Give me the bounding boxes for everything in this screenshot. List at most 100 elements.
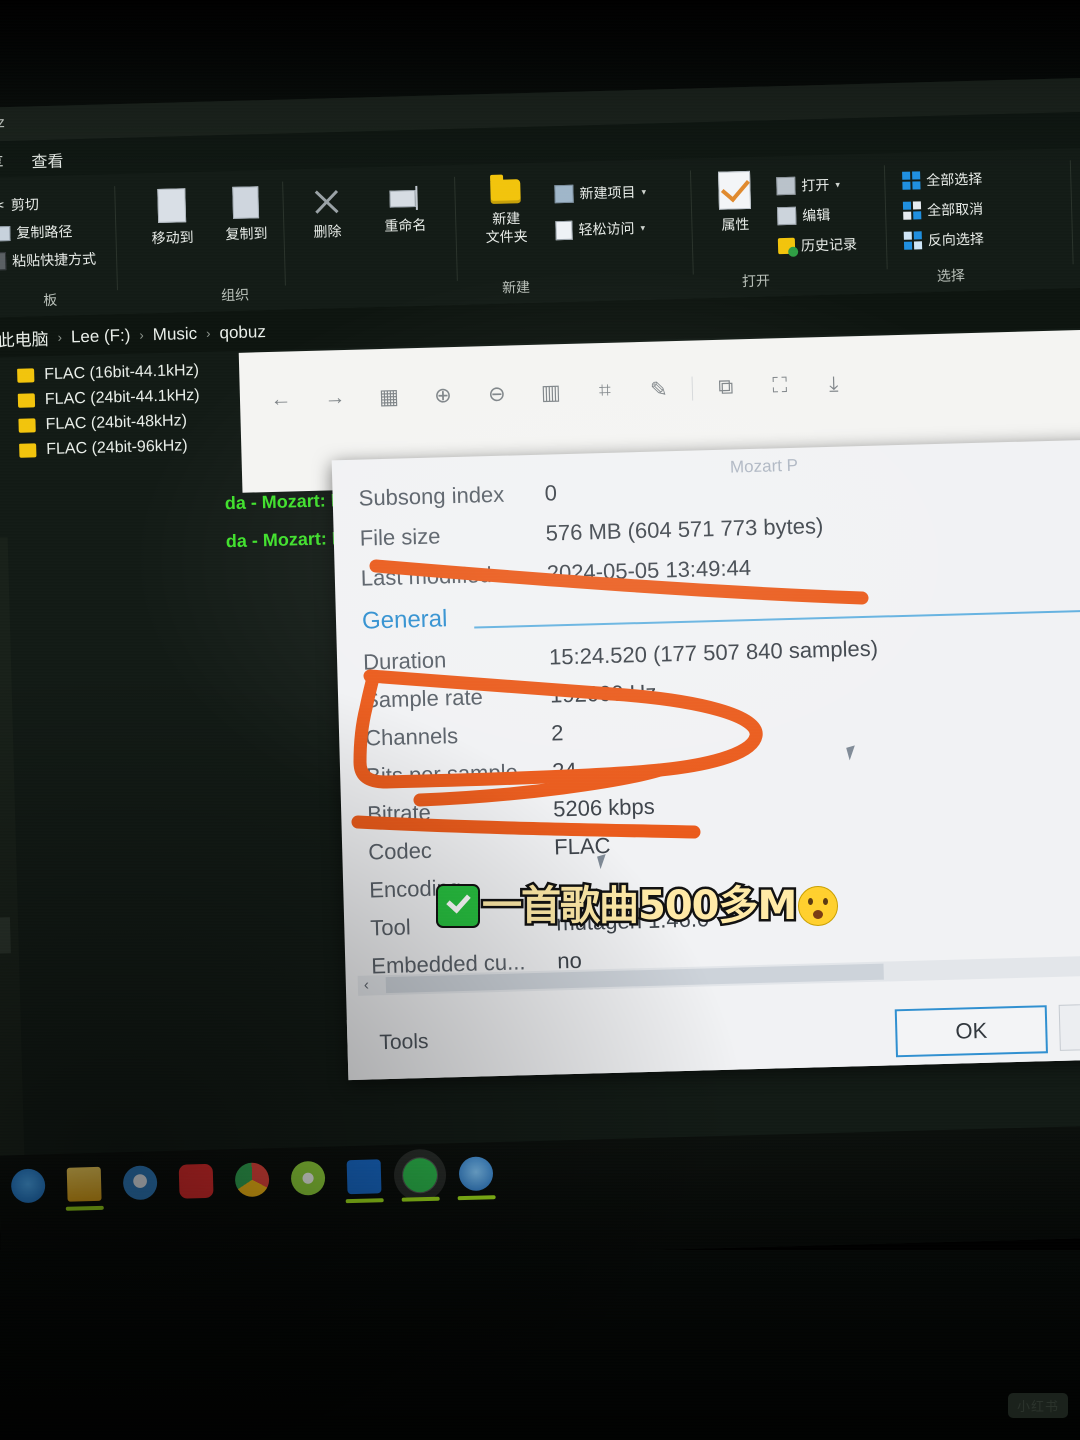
ribbon-button-new-item[interactable]: 新建项目 ▾ xyxy=(554,182,646,204)
breadcrumb-item-drive[interactable]: Lee (F:) xyxy=(71,325,131,347)
menu-item-view[interactable]: 查看 xyxy=(31,147,64,172)
taskbar-item-netease-music[interactable] xyxy=(178,1163,214,1199)
ribbon-button-move-to-label: 移动到 xyxy=(151,229,194,247)
ribbon-button-open-label: 打开 xyxy=(801,176,830,194)
transform-icon[interactable]: ⛶ xyxy=(752,363,807,408)
rename-icon xyxy=(387,186,422,211)
select-all-icon xyxy=(902,171,921,190)
fit-width-icon[interactable]: ▥ xyxy=(523,370,578,415)
viewer-toolbar: ← → ▦ ⊕ ⊖ ▥ ⌗ ✎ ⧉ ⛶ ⤓ xyxy=(253,362,861,422)
property-key: Last modified xyxy=(360,562,493,591)
ribbon-button-invert-selection[interactable]: 反向选择 xyxy=(903,229,985,251)
delete-icon xyxy=(311,186,342,217)
caption-overlay: 一首歌曲500多M xyxy=(436,883,839,929)
ribbon-divider-4 xyxy=(689,170,694,275)
taskbar-item-clock-app[interactable] xyxy=(122,1165,158,1201)
save-icon[interactable]: ⤓ xyxy=(806,362,861,407)
ribbon-button-new-folder[interactable]: 新建 文件夹 xyxy=(468,179,544,246)
list-item-label: FLAC (24bit-48kHz) xyxy=(45,411,188,433)
screen-surface: uz 共享 查看 ✂ 剪切 复制路径 粘贴快捷方式 板 移动到 复制到 组织 删… xyxy=(0,76,1080,1298)
watermark: 小红书 xyxy=(1007,1393,1068,1418)
taskbar-item-wechat[interactable] xyxy=(401,1156,440,1202)
playlist-row[interactable]: da - Mozart: Pi xyxy=(226,528,350,552)
scroll-left-arrow-icon[interactable]: ‹ xyxy=(364,977,369,994)
chevron-down-icon[interactable]: ▾ xyxy=(641,186,646,197)
ribbon-button-move-to[interactable]: 移动到 xyxy=(136,188,208,247)
ribbon-button-invert-selection-label: 反向选择 xyxy=(927,230,985,249)
property-value: 192000 Hz xyxy=(549,679,657,708)
window-title: uz xyxy=(0,114,6,132)
panel-edge-notch xyxy=(0,917,11,954)
ribbon-button-select-none[interactable]: 全部取消 xyxy=(902,199,984,221)
ribbon-button-edit[interactable]: 编辑 xyxy=(776,205,831,226)
folder-icon xyxy=(17,392,36,408)
ribbon-button-easy-access[interactable]: 轻松访问 ▾ xyxy=(555,218,645,240)
property-value: 24 xyxy=(551,757,577,784)
ribbon-button-copy-path[interactable]: 复制路径 xyxy=(0,221,73,243)
ribbon-button-history-label: 历史记录 xyxy=(800,236,858,254)
ribbon-button-new-item-label: 新建项目 xyxy=(579,184,636,202)
history-icon xyxy=(777,237,796,255)
grid-view-icon[interactable]: ▦ xyxy=(361,374,416,419)
forward-arrow-icon[interactable]: → xyxy=(307,376,362,421)
property-value: 2024-05-05 13:49:44 xyxy=(546,555,752,586)
breadcrumb-item-this-pc[interactable]: 此电脑 xyxy=(0,325,49,351)
ribbon-group-open-label: 打开 xyxy=(741,272,771,290)
list-item-label: FLAC (24bit-96kHz) xyxy=(46,436,188,458)
ribbon-button-edit-label: 编辑 xyxy=(801,206,831,224)
property-value: 5206 kbps xyxy=(552,793,656,822)
taskbar-item-file-explorer[interactable] xyxy=(65,1166,104,1211)
ribbon-button-paste-shortcut-label: 粘贴快捷方式 xyxy=(11,250,97,269)
property-key: Bits per sample xyxy=(365,759,519,789)
taskbar xyxy=(0,1124,1080,1268)
zoom-out-icon[interactable]: ⊖ xyxy=(469,371,524,416)
ribbon-button-cut[interactable]: ✂ 剪切 xyxy=(0,194,39,215)
breadcrumb-item-qobuz[interactable]: qobuz xyxy=(219,322,266,343)
taskbar-item-sogou-browser[interactable] xyxy=(457,1156,496,1201)
folder-icon xyxy=(19,442,37,458)
edit-icon[interactable]: ✎ xyxy=(631,367,686,412)
running-indicator xyxy=(65,1205,104,1211)
edit-icon xyxy=(776,206,797,226)
rotate-icon[interactable]: ⧉ xyxy=(698,365,753,410)
running-indicator xyxy=(345,1198,384,1204)
property-value: 2 xyxy=(550,720,564,746)
ribbon-button-history[interactable]: 历史记录 xyxy=(777,234,858,256)
caption-text: 一首歌曲500多M xyxy=(479,883,799,929)
ribbon-button-cut-label: 剪切 xyxy=(10,196,40,213)
ribbon-group-clipboard: ✂ 剪切 复制路径 粘贴快捷方式 板 xyxy=(0,174,126,318)
ribbon-button-paste-shortcut[interactable]: 粘贴快捷方式 xyxy=(0,249,96,272)
breadcrumb-sep-2: › xyxy=(139,327,144,343)
cancel-button[interactable] xyxy=(1058,1000,1080,1051)
move-to-icon xyxy=(157,188,187,223)
taskbar-item-cortana[interactable] xyxy=(10,1168,46,1204)
new-folder-icon xyxy=(490,179,521,204)
menu-item-share[interactable]: 共享 xyxy=(0,149,4,174)
ribbon-button-open[interactable]: 打开 ▾ xyxy=(776,175,840,197)
tools-button[interactable]: Tools xyxy=(379,1030,429,1055)
running-indicator xyxy=(401,1196,440,1202)
ribbon-group-new: 新建 文件夹 新建项目 ▾ 轻松访问 ▾ 新建 xyxy=(458,159,692,305)
running-indicator xyxy=(457,1195,496,1201)
ribbon-button-easy-access-label: 轻松访问 xyxy=(578,220,635,238)
ribbon-button-select-all[interactable]: 全部选择 xyxy=(902,169,983,191)
ribbon-button-delete[interactable]: 删除 xyxy=(292,185,361,240)
ribbon-divider-6 xyxy=(1069,160,1074,265)
taskbar-item-internet-explorer[interactable] xyxy=(290,1160,326,1196)
ribbon-button-copy-to[interactable]: 复制到 xyxy=(210,186,281,243)
back-arrow-icon[interactable]: ← xyxy=(253,377,308,422)
file-explorer-window: uz 共享 查看 ✂ 剪切 复制路径 粘贴快捷方式 板 移动到 复制到 组织 删… xyxy=(0,76,1080,1298)
zoom-in-icon[interactable]: ⊕ xyxy=(415,373,470,418)
crop-icon[interactable]: ⌗ xyxy=(577,368,632,413)
chevron-down-icon-3[interactable]: ▾ xyxy=(835,179,840,190)
chevron-down-icon-2[interactable]: ▾ xyxy=(640,222,645,233)
taskbar-item-upload-tool[interactable] xyxy=(345,1159,384,1204)
toolbar-divider xyxy=(691,376,694,401)
ok-button[interactable]: OK xyxy=(894,1005,1048,1058)
playlist-row[interactable]: da - Mozart: Pi xyxy=(225,490,349,514)
ribbon-button-properties[interactable]: 属性 xyxy=(704,170,766,234)
taskbar-item-chrome[interactable] xyxy=(234,1162,270,1198)
breadcrumb-item-music[interactable]: Music xyxy=(152,323,197,344)
ribbon-button-rename[interactable]: 重命名 xyxy=(364,185,445,234)
property-key: Subsong index xyxy=(358,481,505,511)
